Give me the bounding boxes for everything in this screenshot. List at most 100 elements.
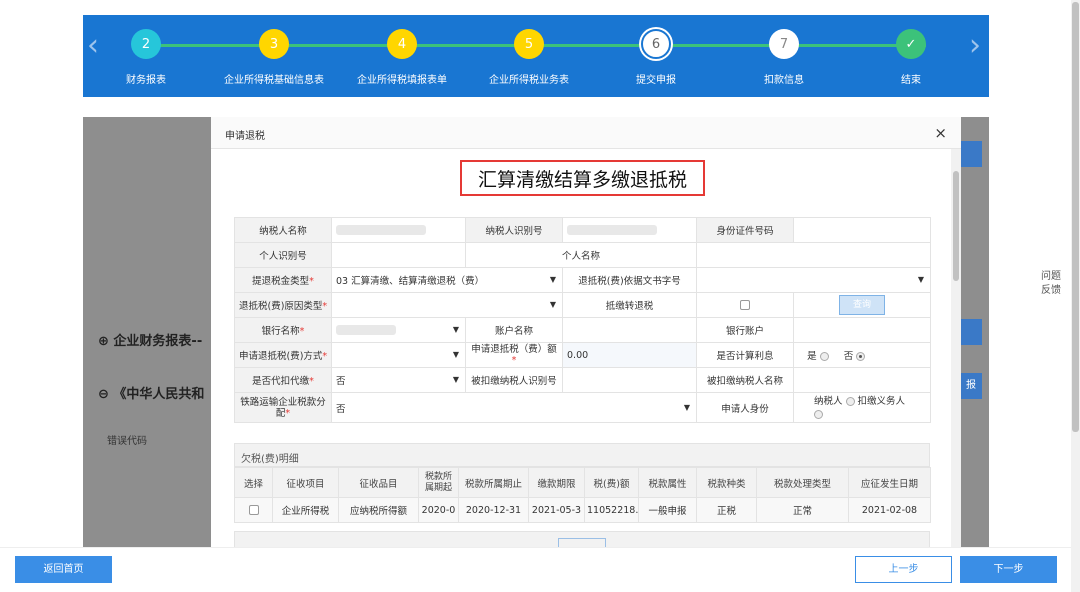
table-cell: 2020-12-31 — [458, 497, 529, 523]
step-finish[interactable]: ✓ 结束 — [851, 29, 971, 86]
label-text: 是否代扣代缴 — [252, 376, 310, 387]
form-title: 汇算清缴结算多缴退抵税 — [460, 160, 705, 196]
section-financial-report: ⊕ 企业财务报表-- — [98, 334, 203, 349]
scrollbar-thumb[interactable] — [1072, 2, 1079, 432]
step-deduction[interactable]: 7 扣款信息 — [724, 29, 844, 86]
feedback-link[interactable]: 问题 反馈 — [1040, 270, 1062, 298]
select-value: 否 — [336, 403, 346, 415]
background-button — [960, 319, 982, 345]
step-number: 6 — [641, 29, 671, 59]
refund-basis-label: 退抵税(费)依据文书字号 — [562, 267, 697, 293]
close-icon[interactable]: × — [934, 124, 947, 142]
applicant-taxpayer-radio[interactable] — [845, 396, 855, 406]
step-financial-report[interactable]: 2 财务报表 — [86, 29, 206, 86]
chevron-down-icon: ▼ — [452, 350, 459, 359]
id-doc-field[interactable] — [793, 217, 931, 243]
account-name-field[interactable] — [562, 317, 697, 343]
masked-value — [336, 325, 396, 335]
prev-button[interactable]: 上一步 — [855, 556, 952, 583]
person-id-field[interactable] — [331, 242, 466, 268]
railway-select[interactable]: 否 ▼ — [331, 392, 697, 423]
person-id-label: 个人识别号 — [234, 242, 332, 268]
step-label: 结束 — [901, 75, 921, 86]
table-header-row: 选择 征收项目 征收品目 税款所属期起 税款所属期止 缴款期限 税(费)额 税款… — [234, 467, 931, 498]
scrollbar-thumb[interactable] — [953, 171, 959, 281]
label-text: 退抵税(费)原因类型 — [239, 301, 323, 312]
label-text: 铁路运输企业税款分配 — [240, 396, 326, 419]
withheld-name-field[interactable] — [793, 367, 931, 393]
table-row[interactable]: 企业所得税 应纳税所得额 2020-0 2020-12-31 2021-05-3… — [234, 497, 931, 523]
partial-button[interactable] — [558, 538, 606, 547]
step-business-forms[interactable]: 5 企业所得税业务表 — [469, 29, 589, 86]
refund-type-select[interactable]: 03 汇算清缴、结算清缴退税（费） ▼ — [331, 267, 563, 293]
step-basic-info[interactable]: 3 企业所得税基础信息表 — [214, 29, 334, 86]
withhold-select[interactable]: 否 ▼ — [331, 367, 466, 393]
arrears-footer — [234, 531, 930, 547]
step-label: 财务报表 — [126, 75, 166, 86]
home-button[interactable]: 返回首页 — [15, 556, 112, 583]
table-cell: 应纳税所得额 — [338, 497, 419, 523]
refund-dialog: 申请退税 × 汇算清缴结算多缴退抵税 纳税人名称 纳税人识别号 身份证件号码 个… — [211, 117, 961, 547]
step-number: 2 — [131, 29, 161, 59]
next-button[interactable]: 下一步 — [960, 556, 1057, 583]
masked-value — [567, 225, 657, 235]
interest-no-radio[interactable] — [856, 352, 866, 361]
col-header: 税款种类 — [696, 467, 757, 498]
refund-reason-select[interactable]: ▼ — [331, 292, 563, 318]
row-select-cell — [234, 497, 273, 523]
table-cell: 正税 — [696, 497, 757, 523]
refund-basis-select[interactable]: ▼ — [696, 267, 931, 293]
arrears-title: 欠税(费)明细 — [234, 443, 930, 467]
interest-label: 是否计算利息 — [696, 342, 794, 368]
refund-reason-label: 退抵税(费)原因类型* — [234, 292, 332, 318]
query-button[interactable]: 查询 — [839, 295, 885, 315]
progress-stepper: ‹ › 2 财务报表 3 企业所得税基础信息表 4 企业所得税填报表单 5 企业… — [83, 15, 989, 97]
refund-amount-field[interactable]: 0.00 — [562, 342, 697, 368]
background-button — [960, 141, 982, 167]
offset-checkbox-cell — [696, 292, 794, 318]
refund-form: 纳税人名称 纳税人识别号 身份证件号码 个人识别号 个人名称 提退税金类型* 0… — [234, 217, 931, 423]
withheld-id-field[interactable] — [562, 367, 697, 393]
bank-name-select[interactable]: ▼ — [331, 317, 466, 343]
person-name-field[interactable] — [696, 242, 931, 268]
dialog-title: 申请退税 — [225, 131, 265, 142]
applicant-agent-radio[interactable] — [814, 409, 823, 419]
col-header: 税款所属期起 — [418, 467, 459, 498]
step-tax-forms[interactable]: 4 企业所得税填报表单 — [342, 29, 462, 86]
label-text: 提退税金类型 — [252, 276, 310, 287]
step-number: 5 — [514, 29, 544, 59]
label-text: 申请退抵税(费)方式 — [239, 351, 323, 362]
page-scrollbar[interactable] — [1071, 0, 1080, 592]
withhold-label: 是否代扣代缴* — [234, 367, 332, 393]
dialog-scrollbar[interactable] — [951, 149, 961, 547]
account-name-label: 账户名称 — [465, 317, 563, 343]
refund-method-select[interactable]: ▼ — [331, 342, 466, 368]
background-button: 报 — [960, 373, 982, 399]
col-header: 应征发生日期 — [848, 467, 931, 498]
chevron-down-icon: ▼ — [917, 275, 924, 284]
col-header: 征收项目 — [272, 467, 339, 498]
step-number: 3 — [259, 29, 289, 59]
applicant-label: 申请人身份 — [696, 392, 794, 423]
chevron-down-icon: ▼ — [683, 403, 690, 412]
interest-yes-radio[interactable] — [819, 352, 829, 361]
row-checkbox[interactable] — [248, 505, 259, 515]
railway-label: 铁路运输企业税款分配* — [234, 392, 332, 423]
step-submit[interactable]: 6 提交申报 — [596, 29, 716, 86]
offset-checkbox[interactable] — [740, 300, 750, 310]
applicant-taxpayer-label: 纳税人 — [814, 395, 843, 407]
bank-account-label: 银行账户 — [696, 317, 794, 343]
error-code-label: 错误代码 — [107, 436, 147, 447]
col-header: 税款属性 — [638, 467, 697, 498]
masked-value — [336, 225, 426, 235]
col-header: 征收品目 — [338, 467, 419, 498]
table-cell: 2021-02-08 — [848, 497, 931, 523]
col-header: 缴款期限 — [528, 467, 585, 498]
applicant-radio-group: 纳税人 扣缴义务人 — [793, 392, 931, 423]
bank-account-field[interactable] — [793, 317, 931, 343]
table-cell: 2021-05-3 — [528, 497, 585, 523]
interest-radio-group: 是 否 — [793, 342, 931, 368]
chevron-down-icon: ▼ — [452, 375, 459, 384]
applicant-agent-label: 扣缴义务人 — [857, 395, 906, 407]
step-number: 4 — [387, 29, 417, 59]
